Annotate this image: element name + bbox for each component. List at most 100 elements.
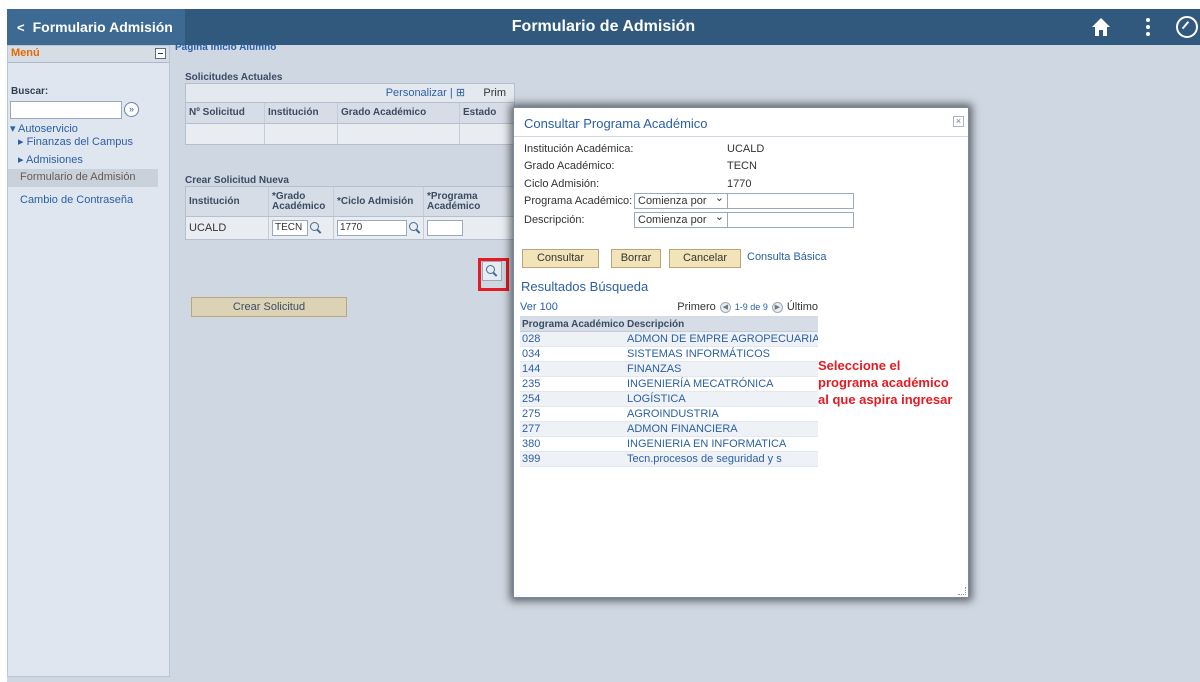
cancelar-button[interactable]: Cancelar bbox=[669, 249, 741, 268]
program-code[interactable]: 235 bbox=[520, 377, 625, 391]
table-row[interactable]: 277 ADMON FINANCIERA bbox=[520, 422, 818, 437]
consultar-button[interactable]: Consultar bbox=[522, 249, 599, 268]
grid-toolbar: Personalizar | ⊞ Prim bbox=[186, 84, 514, 103]
results-rows: 028 ADMON DE EMPRE AGROPECUARIAS 034 SISTE… bbox=[520, 332, 818, 467]
table-row[interactable]: 034 SISTEMAS INFORMÁTICOS bbox=[520, 347, 818, 362]
back-button[interactable]: < Formulario Admisión bbox=[7, 9, 185, 45]
sidebar-title: Menú bbox=[11, 47, 40, 59]
table-row: UCALD TECN 1770 bbox=[186, 217, 514, 239]
institucion-value: UCALD bbox=[186, 217, 269, 239]
table-row[interactable]: 254 LOGÍSTICA bbox=[520, 392, 818, 407]
programa-input[interactable] bbox=[427, 220, 463, 236]
program-description[interactable]: INGENIERÍA MECATRÓNICA bbox=[625, 377, 818, 391]
grid-header: Nº Solicitud Institución Grado Académico… bbox=[186, 103, 514, 124]
table-row[interactable]: 235 INGENIERÍA MECATRÓNICA bbox=[520, 377, 818, 392]
program-description[interactable]: INGENIERIA EN INFORMATICA bbox=[625, 437, 818, 451]
close-icon[interactable]: × bbox=[953, 116, 964, 127]
section-title-crear: Crear Solicitud Nueva bbox=[185, 175, 289, 186]
program-code[interactable]: 034 bbox=[520, 347, 625, 361]
descripcion-search-input[interactable] bbox=[727, 212, 854, 228]
programa-search-input[interactable] bbox=[727, 193, 854, 209]
ciclo-input[interactable]: 1770 bbox=[337, 220, 407, 236]
borrar-button[interactable]: Borrar bbox=[611, 249, 661, 268]
table-row[interactable]: 028 ADMON DE EMPRE AGROPECUARIAS bbox=[520, 332, 818, 347]
sidebar-header: Menú bbox=[8, 46, 169, 63]
column-header[interactable]: Estado bbox=[460, 103, 514, 123]
grado-input[interactable]: TECN bbox=[272, 220, 308, 236]
search-go-icon[interactable]: » bbox=[124, 102, 139, 117]
page-label: Página Inicio Alumno bbox=[175, 42, 277, 53]
program-description[interactable]: AGROINDUSTRIA bbox=[625, 407, 818, 421]
program-code[interactable]: 275 bbox=[520, 407, 625, 421]
column-header: *Ciclo Admisión bbox=[334, 187, 424, 216]
crear-solicitud-button[interactable]: Crear Solicitud bbox=[191, 297, 347, 317]
column-header[interactable]: Descripción bbox=[625, 317, 818, 331]
resize-handle[interactable] bbox=[958, 587, 966, 595]
field-value: UCALD bbox=[727, 143, 765, 155]
page-title: Formulario de Admisión bbox=[511, 18, 696, 35]
view-all-link[interactable]: Ver 100 bbox=[520, 301, 558, 313]
personalize-link[interactable]: Personalizar | bbox=[386, 87, 453, 99]
first-label[interactable]: Primero bbox=[677, 301, 716, 313]
program-description[interactable]: FINANZAS bbox=[625, 362, 818, 376]
dialog-title: Consultar Programa Académico bbox=[524, 116, 708, 131]
app-header: < Formulario Admisión Formulario de Admi… bbox=[7, 9, 1200, 45]
sidebar-item-formulario[interactable]: Formulario de Admisión bbox=[8, 169, 158, 187]
first-link[interactable]: Prim bbox=[483, 87, 506, 99]
descripcion-operator-select[interactable]: Comienza por bbox=[634, 210, 728, 228]
navbar-compass-icon[interactable] bbox=[1176, 16, 1198, 38]
results-grid: Ver 100 Primero ◀ 1-9 de 9 ▶ Último Prog… bbox=[520, 298, 818, 467]
chevron-left-icon: < bbox=[17, 19, 25, 35]
program-code[interactable]: 380 bbox=[520, 437, 625, 451]
program-code[interactable]: 399 bbox=[520, 452, 625, 466]
home-icon[interactable] bbox=[1090, 16, 1112, 38]
lookup-icon[interactable] bbox=[310, 222, 322, 234]
column-header: *Programa Académico bbox=[427, 190, 481, 212]
grid-header: Programa Académico Descripción bbox=[520, 317, 818, 332]
field-label: Grado Académico: bbox=[524, 160, 615, 172]
grid-navigation: Ver 100 Primero ◀ 1-9 de 9 ▶ Último bbox=[520, 298, 818, 317]
sidebar-item-label: Admisiones bbox=[25, 154, 83, 166]
column-header[interactable]: Nº Solicitud bbox=[186, 103, 265, 123]
results-title: Resultados Búsqueda bbox=[521, 279, 649, 294]
solicitudes-grid: Personalizar | ⊞ Prim Nº Solicitud Insti… bbox=[185, 83, 515, 145]
consulta-basica-link[interactable]: Consulta Básica bbox=[747, 251, 827, 263]
column-header: Institución bbox=[186, 187, 269, 216]
programa-operator-select[interactable]: Comienza por bbox=[634, 191, 728, 209]
program-code[interactable]: 254 bbox=[520, 392, 625, 406]
column-header[interactable]: Institución bbox=[265, 103, 338, 123]
search-input[interactable] bbox=[10, 101, 122, 119]
sidebar-item-contrasena[interactable]: Cambio de Contraseña bbox=[20, 194, 133, 206]
column-header[interactable]: Programa Académico bbox=[520, 317, 625, 331]
program-code[interactable]: 144 bbox=[520, 362, 625, 376]
sidebar-item-label: Finanzas del Campus bbox=[26, 136, 133, 148]
column-header[interactable]: Grado Académico bbox=[338, 103, 460, 123]
instruction-annotation: Seleccione el programa académico al que … bbox=[818, 358, 953, 407]
sidebar-item-admisiones[interactable]: ▸ Admisiones bbox=[18, 153, 83, 166]
program-description[interactable]: LOGÍSTICA bbox=[625, 392, 818, 406]
previous-icon[interactable]: ◀ bbox=[719, 301, 731, 313]
program-description[interactable]: SISTEMAS INFORMÁTICOS bbox=[625, 347, 818, 361]
program-code[interactable]: 277 bbox=[520, 422, 625, 436]
range-label: 1-9 de 9 bbox=[734, 302, 768, 312]
sidebar-item-label: Autoservicio bbox=[17, 123, 78, 135]
lookup-icon[interactable] bbox=[409, 222, 421, 234]
grid-view-icon[interactable]: ⊞ bbox=[456, 87, 465, 99]
program-description[interactable]: Tecn.procesos de seguridad y s bbox=[625, 452, 818, 466]
field-value: TECN bbox=[727, 160, 757, 172]
program-description[interactable]: ADMON FINANCIERA bbox=[625, 422, 818, 436]
table-row[interactable]: 399 Tecn.procesos de seguridad y s bbox=[520, 452, 818, 467]
table-row[interactable]: 275 AGROINDUSTRIA bbox=[520, 407, 818, 422]
table-row[interactable]: 380 INGENIERIA EN INFORMATICA bbox=[520, 437, 818, 452]
actions-menu-icon[interactable] bbox=[1142, 15, 1154, 39]
section-title-solicitudes: Solicitudes Actuales bbox=[185, 72, 283, 83]
collapse-icon[interactable] bbox=[155, 48, 166, 59]
program-description[interactable]: ADMON DE EMPRE AGROPECUARIAS bbox=[625, 332, 818, 346]
last-label[interactable]: Último bbox=[787, 301, 818, 313]
table-row[interactable]: 144 FINANZAS bbox=[520, 362, 818, 377]
sidebar-item-finanzas[interactable]: ▸ Finanzas del Campus bbox=[18, 135, 133, 148]
back-button-label: Formulario Admisión bbox=[32, 19, 173, 35]
sidebar-item-autoservicio[interactable]: ▾ Autoservicio bbox=[10, 122, 78, 135]
program-code[interactable]: 028 bbox=[520, 332, 625, 346]
next-icon[interactable]: ▶ bbox=[771, 301, 783, 313]
